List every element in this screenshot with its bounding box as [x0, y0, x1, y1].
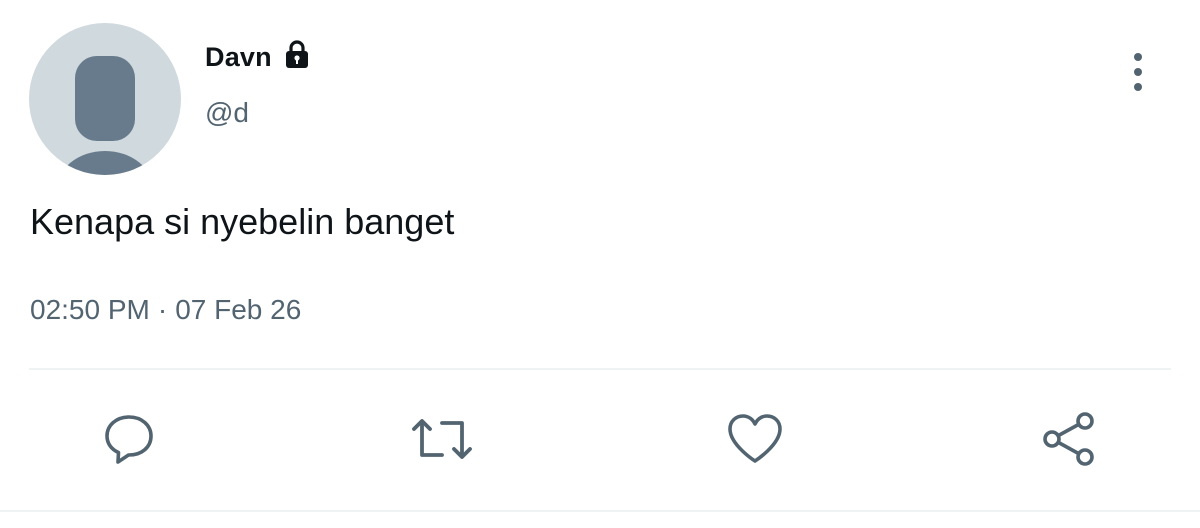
author-name-row: Davn — [205, 39, 313, 73]
avatar-head-shape — [75, 56, 135, 141]
author-display-name[interactable]: Davn — [205, 42, 272, 73]
tweet-card: Davn @d Kenapa si nyebelin banget 02:50 … — [0, 0, 1200, 528]
share-button[interactable] — [1038, 408, 1100, 470]
like-button[interactable] — [724, 408, 786, 470]
tweet-time: 02:50 PM — [30, 294, 150, 325]
retweet-button[interactable] — [411, 408, 473, 470]
more-vertical-icon — [1132, 52, 1144, 97]
timestamp-separator: · — [157, 294, 168, 325]
lock-icon — [281, 38, 313, 70]
avatar-body-shape — [56, 151, 154, 175]
share-icon — [1040, 410, 1098, 468]
heart-icon — [726, 411, 784, 467]
more-options-button[interactable] — [1118, 52, 1158, 96]
retweet-icon — [411, 411, 473, 467]
author-handle[interactable]: @d — [205, 97, 249, 129]
reply-button[interactable] — [98, 408, 160, 470]
avatar[interactable] — [29, 23, 181, 175]
reply-icon — [101, 411, 157, 467]
tweet-text: Kenapa si nyebelin banget — [30, 201, 455, 242]
bottom-divider — [0, 510, 1200, 512]
tweet-timestamp[interactable]: 02:50 PM · 07 Feb 26 — [30, 294, 301, 326]
divider — [29, 368, 1171, 370]
tweet-date: 07 Feb 26 — [175, 294, 302, 325]
